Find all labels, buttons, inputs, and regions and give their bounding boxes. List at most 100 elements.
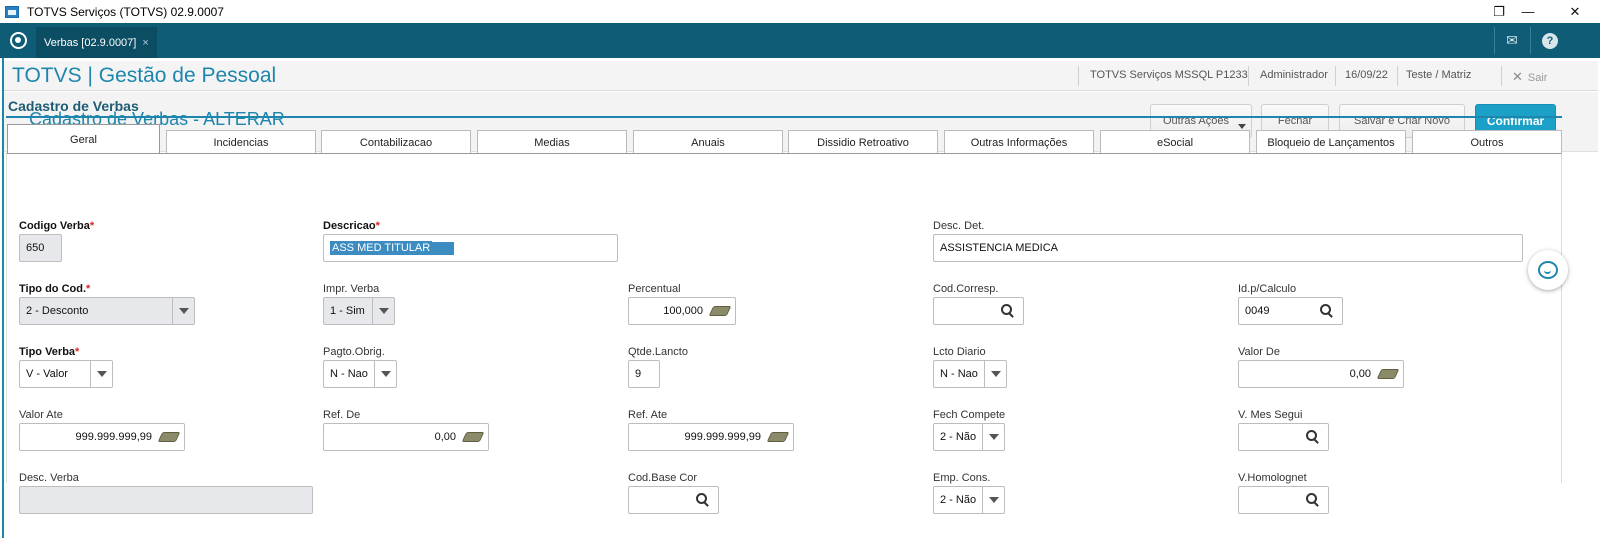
calculator-icon[interactable]: [708, 306, 732, 316]
exit-label: Sair: [1527, 72, 1548, 84]
divider: [1335, 66, 1336, 86]
date-label: 16/09/22: [1345, 69, 1388, 81]
calculator-icon[interactable]: [157, 432, 181, 442]
chevron-down-icon: [1238, 124, 1246, 129]
pagto-obrig-label: Pagto.Obrig.: [323, 346, 385, 358]
tipo-cod-select[interactable]: 2 - Desconto: [19, 297, 195, 325]
v-homolognet-label: V.Homolognet: [1238, 472, 1307, 484]
ref-ate-field[interactable]: 999.999.999,99: [628, 423, 794, 451]
section-title: Cadastro de Verbas: [8, 98, 139, 114]
calculator-icon[interactable]: [461, 432, 485, 442]
percentual-label: Percentual: [628, 283, 681, 295]
company-label[interactable]: Teste / Matriz: [1406, 69, 1471, 81]
totvs-logo-icon[interactable]: [10, 32, 27, 49]
exit-button[interactable]: ✕ Sair: [1512, 69, 1547, 85]
app-tabbar: Verbas [02.9.0007] × ✉ ?: [0, 23, 1600, 58]
tipo-cod-label: Tipo do Cod.*: [19, 283, 91, 295]
cod-corresp-label: Cod.Corresp.: [933, 283, 999, 295]
tab-outras-informacoes[interactable]: Outras Informações: [944, 130, 1094, 154]
tipo-verba-select[interactable]: V - Valor: [19, 360, 113, 388]
close-window-button[interactable]: ✕: [1555, 0, 1595, 23]
tab-esocial[interactable]: eSocial: [1100, 130, 1250, 154]
search-icon[interactable]: [1306, 493, 1320, 507]
tab-anuais[interactable]: Anuais: [633, 130, 783, 154]
tab-incidencias[interactable]: Incidencias: [166, 130, 316, 154]
tab-dissidio-retroativo[interactable]: Dissidio Retroativo: [788, 130, 938, 154]
divider: [1248, 66, 1249, 86]
app-brand: TOTVS | Gestão de Pessoal: [12, 64, 277, 87]
valor-de-label: Valor De: [1238, 346, 1280, 358]
fech-compete-select[interactable]: 2 - Não: [933, 423, 1005, 451]
valor-ate-label: Valor Ate: [19, 409, 63, 421]
tab-outros[interactable]: Outros: [1412, 130, 1562, 154]
tab-bloqueio-lancamentos[interactable]: Bloqueio de Lançamentos: [1256, 130, 1406, 154]
tab-medias[interactable]: Medias: [477, 130, 627, 154]
chevron-down-icon[interactable]: [984, 361, 1006, 387]
environment-label: TOTVS Serviços MSSQL P1233: [1090, 69, 1248, 81]
v-mes-segui-field[interactable]: [1238, 423, 1329, 451]
app-icon: [5, 5, 19, 18]
search-icon[interactable]: [696, 493, 710, 507]
pagto-obrig-select[interactable]: N - Nao: [323, 360, 397, 388]
divider: [1501, 66, 1502, 86]
cod-base-cor-field[interactable]: [628, 486, 719, 514]
ref-de-field[interactable]: 0,00: [323, 423, 489, 451]
percentual-field[interactable]: 100,000: [628, 297, 736, 325]
chevron-down-icon[interactable]: [372, 298, 394, 324]
divider: [1530, 27, 1531, 54]
tab-close-icon[interactable]: ×: [142, 37, 148, 49]
ref-de-label: Ref. De: [323, 409, 361, 421]
codigo-verba-field[interactable]: 650: [19, 234, 62, 262]
cod-corresp-field[interactable]: [933, 297, 1024, 325]
assistant-button[interactable]: [1528, 250, 1568, 290]
calculator-icon[interactable]: [1376, 369, 1400, 379]
emp-cons-label: Emp. Cons.: [933, 472, 991, 484]
impr-verba-label: Impr. Verba: [323, 283, 380, 295]
tab-verbas-label: Verbas [02.9.0007]: [44, 36, 137, 49]
ref-ate-label: Ref. Ate: [628, 409, 668, 421]
emp-cons-select[interactable]: 2 - Não: [933, 486, 1005, 514]
qtde-lancto-field[interactable]: 9: [628, 360, 660, 388]
divider: [1397, 66, 1398, 86]
desc-det-label: Desc. Det.: [933, 220, 985, 232]
descricao-field[interactable]: ASS MED TITULAR: [323, 234, 618, 262]
app-header: TOTVS | Gestão de Pessoal TOTVS Serviços…: [4, 61, 1598, 91]
lcto-diario-select[interactable]: N - Nao: [933, 360, 1007, 388]
tab-verbas[interactable]: Verbas [02.9.0007] ×: [36, 27, 157, 58]
help-icon-glyph: ?: [1542, 32, 1558, 49]
v-homolognet-field[interactable]: [1238, 486, 1329, 514]
calculator-icon[interactable]: [766, 432, 790, 442]
descricao-label: Descricao*: [323, 220, 380, 232]
chevron-down-icon[interactable]: [90, 361, 112, 387]
id-calculo-field[interactable]: 0049: [1238, 297, 1343, 325]
tipo-verba-label: Tipo Verba*: [19, 346, 80, 358]
search-icon[interactable]: [1306, 430, 1320, 444]
chat-assistant-icon: [1538, 261, 1558, 279]
chevron-down-icon[interactable]: [374, 361, 396, 387]
help-icon[interactable]: ?: [1532, 23, 1568, 58]
id-calculo-label: Id.p/Calculo: [1238, 283, 1297, 295]
codigo-verba-label: Codigo Verba*: [19, 220, 95, 232]
exit-icon: ✕: [1512, 69, 1523, 84]
tab-contabilizacao[interactable]: Contabilizacao: [321, 130, 471, 154]
chevron-down-icon[interactable]: [982, 487, 1004, 513]
search-icon[interactable]: [1001, 304, 1015, 318]
chevron-down-icon[interactable]: [172, 298, 194, 324]
chevron-down-icon[interactable]: [982, 424, 1004, 450]
divider: [1078, 66, 1079, 86]
tab-geral[interactable]: Geral: [7, 124, 160, 154]
cod-base-cor-label: Cod.Base Cor: [628, 472, 698, 484]
fech-compete-label: Fech Compete: [933, 409, 1006, 421]
desc-det-field[interactable]: ASSISTENCIA MEDICA: [933, 234, 1523, 262]
mail-icon[interactable]: ✉: [1494, 23, 1530, 58]
restore-button[interactable]: ❐: [1479, 0, 1519, 23]
lcto-diario-label: Lcto Diario: [933, 346, 986, 358]
desc-verba-field[interactable]: [19, 486, 313, 514]
search-icon[interactable]: [1320, 304, 1334, 318]
section-divider: [6, 116, 1562, 118]
valor-de-field[interactable]: 0,00: [1238, 360, 1404, 388]
user-label: Administrador: [1260, 69, 1328, 81]
v-mes-segui-label: V. Mes Segui: [1238, 409, 1303, 421]
valor-ate-field[interactable]: 999.999.999,99: [19, 423, 185, 451]
impr-verba-select[interactable]: 1 - Sim: [323, 297, 395, 325]
